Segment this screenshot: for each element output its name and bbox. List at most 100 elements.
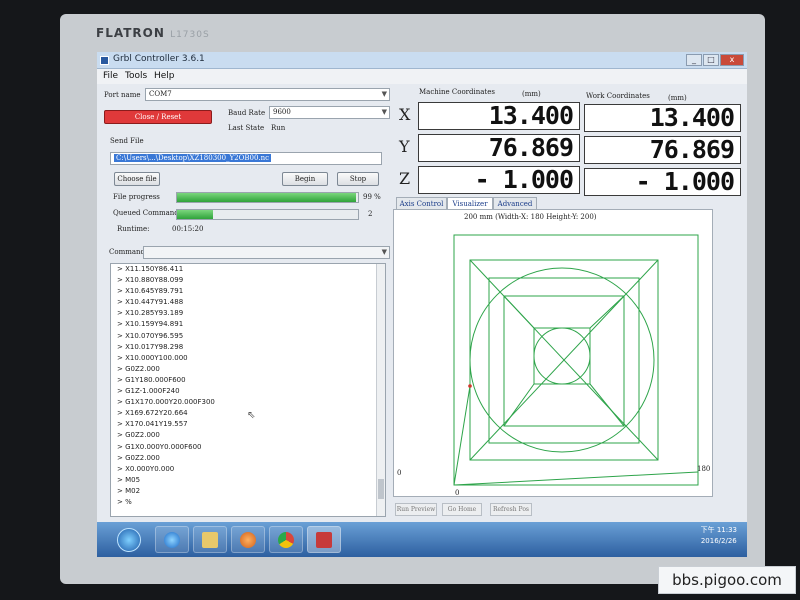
port-name-label: Port name [104,91,141,99]
axis-label-x: X [399,105,411,124]
runtime-label: Runtime: [117,225,150,233]
port-value: COM7 [149,90,172,98]
console-scrollbar[interactable] [376,264,385,516]
send-file-label: Send File [110,137,144,145]
baud-rate-select[interactable]: 9600 ▼ [269,106,390,119]
menu-help[interactable]: Help [154,71,175,81]
go-home-button[interactable]: Go Home [442,503,482,516]
queued-commands-bar [176,209,359,220]
tool-position-marker [468,384,472,388]
machine-z-value: - 1.000 [418,166,580,194]
refresh-pos-button[interactable]: Refresh Pos [490,503,532,516]
media-player-taskbar-icon[interactable] [231,526,265,553]
minimize-button[interactable]: _ [686,54,702,66]
last-state-value: Run [271,124,286,132]
toolpath-segment [453,385,471,486]
close-reset-button[interactable]: Close / Reset [104,110,212,124]
console-line: > X10.017Y98.298 [117,342,184,351]
toolpath-segment [589,383,625,427]
maximize-button[interactable]: □ [703,54,719,66]
console-line: > M05 [117,475,141,484]
machine-coordinates-title: Machine Coordinates [419,88,495,96]
console-line: > G0Z2.000 [117,453,160,462]
send-file-path-text: C:\Users\...\Desktop\XZ180300_Y2OB00.nc [114,154,272,162]
visualizer-x-max: 180 [697,465,710,473]
work-z-value: - 1.000 [584,168,741,196]
work-y-value: 76.869 [584,136,741,164]
chevron-down-icon: ▼ [381,248,387,256]
baud-rate-value: 9600 [273,108,291,116]
work-coordinates-unit: (mm) [668,94,687,102]
visualizer-canvas: 200 mm (Width-X: 180 Height-Y: 200) 0 18… [397,213,710,497]
runtime-value: 00:15:20 [172,225,204,233]
close-button[interactable]: x [720,54,744,66]
grbl-controller-taskbar-icon[interactable] [307,526,341,553]
clock-date: 2016/2/26 [700,537,737,545]
axis-label-y: Y [399,137,410,156]
console-line: > X10.447Y91.488 [117,298,184,307]
console-line: > X10.645Y89.791 [117,287,184,296]
command-input[interactable]: ▼ [143,246,390,259]
choose-file-button[interactable]: Choose file [114,172,160,186]
chevron-down-icon: ▼ [381,90,387,98]
system-clock[interactable]: 下午 11:33 2016/2/26 [701,525,737,547]
send-file-path[interactable]: C:\Users\...\Desktop\XZ180300_Y2OB00.nc [110,152,382,165]
toolpath-segment [503,383,535,427]
toolpath-segment [453,234,699,486]
visualizer-y-min: 0 [455,489,459,497]
console-line: > G0Z2.000 [117,431,160,440]
command-label: Command [109,248,146,256]
work-x-value: 13.400 [584,104,741,132]
visualizer-panel: 200 mm (Width-X: 180 Height-Y: 200) 0 18… [393,209,713,497]
console-line: > G1Z-1.000F240 [117,387,180,396]
console-line: > G1X0.000Y0.000F600 [117,442,202,451]
console-line: > X10.285Y93.189 [117,309,184,318]
machine-x-value: 13.400 [418,102,580,130]
start-button-icon[interactable] [117,528,141,552]
chrome-taskbar-icon[interactable] [269,526,303,553]
console-line: > X11.150Y86.411 [117,265,184,273]
begin-button[interactable]: Begin [282,172,328,186]
console-line: > G1X170.000Y20.000F300 [117,398,215,407]
brand-name: FLATRON [96,26,165,40]
watermark: bbs.pigoo.com [658,566,796,594]
queued-commands-fill [177,210,214,219]
axis-label-z: Z [399,169,411,188]
mouse-cursor-icon: ⇖ [247,410,256,421]
menu-tools[interactable]: Tools [125,71,147,81]
machine-y-value: 76.869 [418,134,580,162]
console-line: > X10.880Y88.099 [117,276,184,285]
work-coordinates-title: Work Coordinates [586,92,650,100]
baud-rate-label: Baud Rate [228,109,266,117]
toolpath-segment [503,295,535,329]
console-line: > G1Y180.000F600 [117,375,186,384]
ie-taskbar-icon[interactable] [155,526,189,553]
screen: Grbl Controller 3.6.1 _ □ x File Tools H… [97,52,747,557]
clock-time: 下午 11:33 [700,526,737,534]
window-titlebar[interactable]: Grbl Controller 3.6.1 _ □ x [97,52,747,69]
file-progress-fill [177,193,357,202]
console-line: > X10.070Y96.595 [117,331,184,340]
console-line: > X0.000Y0.000 [117,464,175,473]
console-log[interactable]: > X11.150Y86.411 > X10.880Y88.099 > X10.64… [110,263,386,517]
menu-file[interactable]: File [103,71,118,81]
toolpath-segment [453,471,699,486]
run-preview-button[interactable]: Run Preview [395,503,437,516]
stop-button[interactable]: Stop [337,172,379,186]
chevron-down-icon: ▼ [381,108,387,116]
explorer-taskbar-icon[interactable] [193,526,227,553]
port-select[interactable]: COM7 ▼ [145,88,390,101]
monitor-model: L1730S [170,30,210,40]
last-state-label: Last State [228,124,265,132]
visualizer-x-min: 0 [397,469,401,477]
machine-coordinates-unit: (mm) [522,90,541,98]
console-line: > % [117,497,132,506]
visualizer-header: 200 mm (Width-X: 180 Height-Y: 200) [464,213,597,221]
queued-commands-count: 2 [368,210,373,218]
file-progress-percent: 99 % [363,193,381,201]
toolpath-segment [589,295,625,329]
scrollbar-thumb[interactable] [378,479,384,499]
menu-bar: File Tools Help [97,69,747,84]
console-line: > X10.000Y100.000 [117,353,188,362]
console-line: > G0Z2.000 [117,364,160,373]
